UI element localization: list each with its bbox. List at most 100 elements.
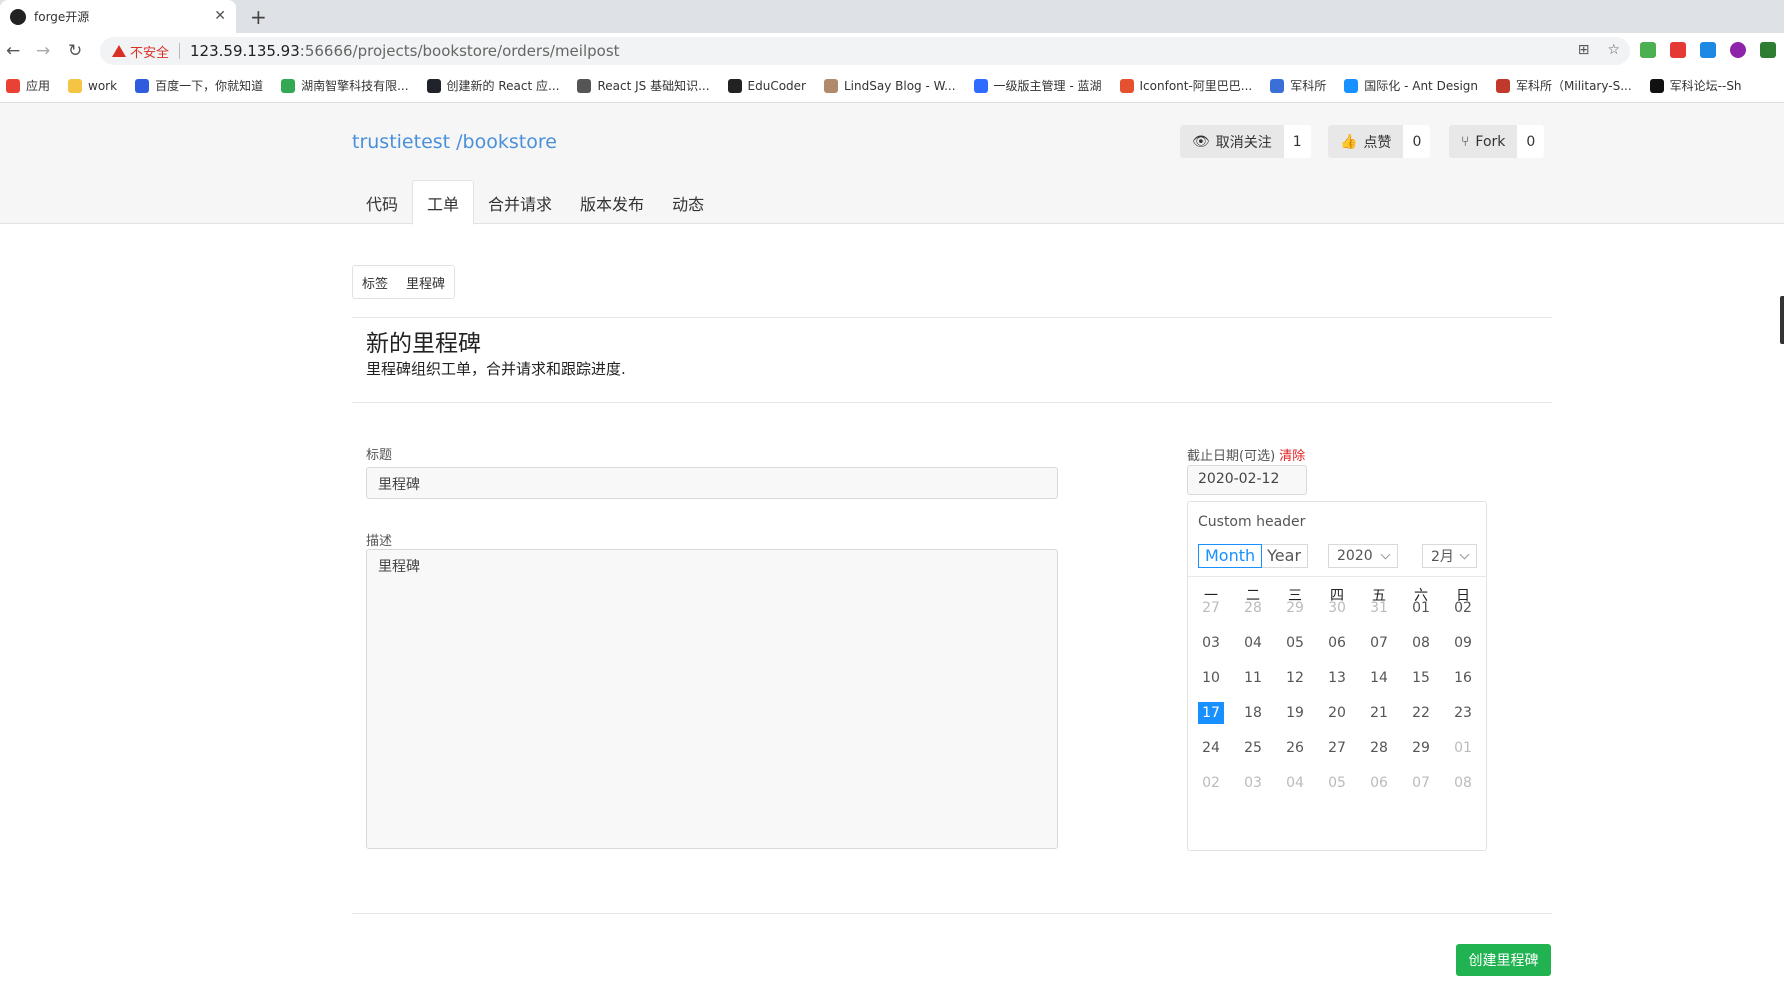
calendar-day[interactable]: 27 xyxy=(1324,737,1350,759)
calendar-day[interactable]: 07 xyxy=(1408,772,1434,794)
calendar-day[interactable]: 20 xyxy=(1324,702,1350,724)
calendar-day[interactable]: 13 xyxy=(1324,667,1350,689)
bookmark-item[interactable]: 湖南智擎科技有限... xyxy=(281,77,409,94)
calendar-day[interactable]: 22 xyxy=(1408,702,1434,724)
calendar-day[interactable]: 19 xyxy=(1282,702,1308,724)
description-textarea[interactable]: 里程碑 xyxy=(366,549,1058,849)
thumbs-up-icon: 👍 xyxy=(1340,133,1358,150)
calendar-day[interactable]: 01 xyxy=(1408,597,1434,619)
bookmark-label: Iconfont-阿里巴巴... xyxy=(1139,79,1253,93)
calendar-day[interactable]: 08 xyxy=(1408,632,1434,654)
calendar-day[interactable]: 04 xyxy=(1240,632,1266,654)
fork-button[interactable]: ⑂ Fork xyxy=(1449,125,1518,158)
bookmark-item[interactable]: Iconfont-阿里巴巴... xyxy=(1119,77,1253,94)
calendar-day[interactable]: 25 xyxy=(1240,737,1266,759)
extension-icons xyxy=(1640,42,1776,58)
calendar-day[interactable]: 10 xyxy=(1198,667,1224,689)
calendar-day[interactable]: 29 xyxy=(1282,597,1308,619)
bookmark-item[interactable]: EduCoder xyxy=(727,78,806,93)
tab-activity[interactable]: 动态 xyxy=(658,180,718,225)
bookmark-item[interactable]: React JS 基础知识... xyxy=(577,77,710,94)
mode-month-button[interactable]: Month xyxy=(1198,544,1263,568)
close-tab-icon[interactable]: ✕ xyxy=(214,8,226,24)
bookmark-item[interactable]: 应用 xyxy=(6,77,50,94)
calendar-day[interactable]: 26 xyxy=(1282,737,1308,759)
calendar-day[interactable]: 28 xyxy=(1366,737,1392,759)
calendar-day[interactable]: 16 xyxy=(1450,667,1476,689)
bookmark-icon xyxy=(1344,78,1359,93)
calendar-day[interactable]: 23 xyxy=(1450,702,1476,724)
calendar-day[interactable]: 15 xyxy=(1408,667,1434,689)
extension-icon[interactable] xyxy=(1730,42,1746,58)
calendar-day[interactable]: 11 xyxy=(1240,667,1266,689)
calendar-day[interactable]: 14 xyxy=(1366,667,1392,689)
translate-icon[interactable]: ⊞ xyxy=(1578,42,1590,58)
tab-releases[interactable]: 版本发布 xyxy=(566,180,658,225)
forward-icon[interactable]: → xyxy=(36,41,50,61)
calendar-day[interactable]: 24 xyxy=(1198,737,1224,759)
calendar-day[interactable]: 02 xyxy=(1450,597,1476,619)
year-select[interactable]: 2020 xyxy=(1328,544,1398,568)
tab-code[interactable]: 代码 xyxy=(352,180,412,225)
create-milestone-button[interactable]: 创建里程碑 xyxy=(1456,944,1551,976)
bookmark-item[interactable]: 百度一下，你就知道 xyxy=(135,77,263,94)
calendar-day[interactable]: 30 xyxy=(1324,597,1350,619)
calendar-day[interactable]: 04 xyxy=(1282,772,1308,794)
calendar-day[interactable]: 18 xyxy=(1240,702,1266,724)
extension-icon[interactable] xyxy=(1670,42,1686,58)
browser-tab[interactable]: forge开源 ✕ xyxy=(0,0,236,33)
calendar-day[interactable]: 27 xyxy=(1198,597,1224,619)
reload-icon[interactable]: ↻ xyxy=(68,41,82,61)
calendar-day[interactable]: 28 xyxy=(1240,597,1266,619)
extension-icon[interactable] xyxy=(1760,42,1776,58)
bookmark-item[interactable]: work xyxy=(68,78,117,93)
due-date-input[interactable]: 2020-02-12 xyxy=(1187,465,1307,495)
mode-radio-group: Month Year xyxy=(1198,544,1309,568)
calendar-day[interactable]: 31 xyxy=(1366,597,1392,619)
bookmark-item[interactable]: 军科论坛--Sh xyxy=(1649,77,1742,94)
title-input[interactable]: 里程碑 xyxy=(366,467,1058,499)
bookmark-star-icon[interactable]: ☆ xyxy=(1607,42,1620,58)
calendar-day[interactable]: 01 xyxy=(1450,737,1476,759)
month-select[interactable]: 2月 xyxy=(1422,544,1477,568)
bookmark-item[interactable]: 一级版主管理 - 蓝湖 xyxy=(973,77,1102,94)
mode-year-button[interactable]: Year xyxy=(1261,545,1307,567)
bookmark-item[interactable]: 军科所 xyxy=(1270,77,1326,94)
calendar-day[interactable]: 05 xyxy=(1324,772,1350,794)
calendar-day[interactable]: 06 xyxy=(1324,632,1350,654)
calendar-day[interactable]: 29 xyxy=(1408,737,1434,759)
like-button[interactable]: 👍 点赞 xyxy=(1328,125,1404,158)
bookmark-icon xyxy=(135,78,150,93)
bookmark-item[interactable]: 创建新的 React 应... xyxy=(426,77,559,94)
new-tab-icon[interactable]: + xyxy=(250,5,267,29)
month-select-value: 2月 xyxy=(1431,549,1454,565)
calendar-day[interactable]: 21 xyxy=(1366,702,1392,724)
shield-extension-icon[interactable] xyxy=(1700,42,1716,58)
calendar-day[interactable]: 07 xyxy=(1366,632,1392,654)
back-icon[interactable]: ← xyxy=(6,41,20,61)
url-input[interactable]: 不安全 123.59.135.93:56666/projects/booksto… xyxy=(100,37,1630,65)
bookmark-item[interactable]: 军科所（Military-S... xyxy=(1496,77,1632,94)
unwatch-button[interactable]: 👁 取消关注 xyxy=(1180,125,1284,158)
bookmark-item[interactable]: LindSay Blog - W... xyxy=(824,78,956,93)
bookmark-item[interactable]: 国际化 - Ant Design xyxy=(1344,77,1478,94)
bookmark-label: 军科论坛--Sh xyxy=(1669,79,1742,93)
calendar-day[interactable]: 06 xyxy=(1366,772,1392,794)
calendar-day[interactable]: 17 xyxy=(1198,702,1224,724)
calendar-day[interactable]: 03 xyxy=(1198,632,1224,654)
subtab-labels[interactable]: 标签 xyxy=(353,266,397,298)
security-warning[interactable]: 不安全 xyxy=(112,42,169,61)
tab-pull-requests[interactable]: 合并请求 xyxy=(474,180,566,225)
calendar-day[interactable]: 12 xyxy=(1282,667,1308,689)
scrollbar-thumb[interactable] xyxy=(1780,296,1784,344)
calendar-day[interactable]: 05 xyxy=(1282,632,1308,654)
calendar-day[interactable]: 02 xyxy=(1198,772,1224,794)
repo-title[interactable]: trustietest /bookstore xyxy=(352,131,557,153)
extension-icon[interactable] xyxy=(1640,42,1656,58)
clear-date-link[interactable]: 清除 xyxy=(1279,449,1305,464)
calendar-day[interactable]: 03 xyxy=(1240,772,1266,794)
calendar-day[interactable]: 09 xyxy=(1450,632,1476,654)
subtab-milestones[interactable]: 里程碑 xyxy=(397,266,454,298)
tab-issues[interactable]: 工单 xyxy=(412,180,475,225)
calendar-day[interactable]: 08 xyxy=(1450,772,1476,794)
